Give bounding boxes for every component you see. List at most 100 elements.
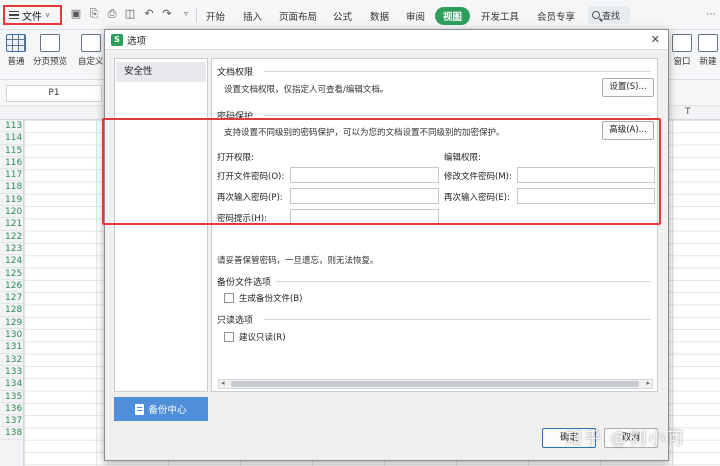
save-icon[interactable]: ▣ bbox=[70, 8, 82, 20]
modify-password-field[interactable] bbox=[517, 167, 655, 183]
row-header[interactable]: 123 bbox=[0, 243, 23, 256]
backup-center-label: 备份中心 bbox=[148, 405, 187, 416]
row-header[interactable]: 135 bbox=[0, 391, 23, 403]
undo-icon[interactable]: ↶ bbox=[143, 8, 155, 20]
chevron-down-icon: ∨ bbox=[45, 11, 51, 19]
advanced-button[interactable]: 高级(A)... bbox=[602, 121, 654, 140]
file-menu-button[interactable]: 文件 ∨ bbox=[3, 5, 62, 25]
row-header[interactable]: 119 bbox=[0, 194, 23, 207]
tab-page-layout[interactable]: 页面布局 bbox=[279, 9, 317, 23]
hamburger-icon bbox=[9, 11, 19, 19]
row-header[interactable]: 114 bbox=[0, 132, 23, 145]
row-header[interactable]: 122 bbox=[0, 231, 23, 243]
more-icon[interactable]: ⋯ bbox=[706, 9, 716, 20]
row-header[interactable]: 117 bbox=[0, 169, 23, 182]
category-list: 安全性 bbox=[114, 58, 208, 392]
category-item-security[interactable]: 安全性 bbox=[116, 62, 206, 82]
generate-backup-checkbox[interactable] bbox=[224, 293, 234, 303]
custom-view-button[interactable]: 自定义 bbox=[78, 34, 104, 67]
new-window-icon bbox=[698, 34, 718, 52]
options-dialog: S 选项 ✕ 安全性 备份中心 文档权限 设置文档权限，仅指定人可查看/编辑文档… bbox=[104, 29, 669, 461]
app-logo-icon: S bbox=[111, 33, 123, 46]
recommend-readonly-option[interactable]: 建议只读(R) bbox=[224, 331, 286, 343]
row-header[interactable]: 124 bbox=[0, 255, 23, 268]
row-header[interactable]: 133 bbox=[0, 366, 23, 379]
grid-icon bbox=[6, 34, 26, 52]
row-header[interactable]: 129 bbox=[0, 317, 23, 330]
backup-options-heading: 备份文件选项 bbox=[217, 278, 272, 288]
menu-bar: 文件 ∨ ▣ ⎘ ⎙ ◫ ↶ ↷ ▿ 开始 插入 页面布局 公式 数据 审阅 视… bbox=[0, 0, 720, 30]
row-header[interactable]: 137 bbox=[0, 415, 23, 428]
column-header-t[interactable]: T bbox=[685, 107, 691, 117]
row-header[interactable]: 118 bbox=[0, 181, 23, 194]
generate-backup-option[interactable]: 生成备份文件(B) bbox=[224, 292, 302, 304]
scrollbar-thumb[interactable] bbox=[231, 381, 639, 387]
search-icon bbox=[592, 11, 600, 19]
row-header[interactable]: 132 bbox=[0, 354, 23, 366]
format-painter-icon[interactable]: ⎘ bbox=[88, 8, 100, 20]
row-header[interactable]: 121 bbox=[0, 218, 23, 231]
row-header[interactable]: 116 bbox=[0, 157, 23, 170]
print-preview-icon[interactable]: ◫ bbox=[124, 8, 136, 20]
password-desc: 支持设置不同级别的密码保护，可以为您的文档设置不同级别的加密保护。 bbox=[224, 128, 505, 138]
new-window-button[interactable]: 新建 bbox=[698, 34, 718, 67]
divider bbox=[264, 115, 651, 116]
print-icon[interactable]: ⎙ bbox=[106, 8, 118, 20]
row-header[interactable]: 134 bbox=[0, 378, 23, 391]
window-icon bbox=[672, 34, 692, 52]
close-icon[interactable]: ✕ bbox=[651, 33, 660, 46]
tab-view[interactable]: 视图 bbox=[435, 7, 471, 25]
row-header[interactable]: 125 bbox=[0, 268, 23, 280]
new-window-label: 新建 bbox=[699, 57, 717, 67]
search-button[interactable]: 查找 bbox=[588, 6, 630, 24]
row-header[interactable]: 120 bbox=[0, 206, 23, 219]
dialog-title-bar[interactable]: S 选项 ✕ bbox=[105, 30, 668, 50]
row-header[interactable]: 113 bbox=[0, 120, 23, 133]
row-header[interactable]: 127 bbox=[0, 292, 23, 305]
quick-access-dropdown-icon[interactable]: ▿ bbox=[180, 8, 192, 20]
backup-icon bbox=[135, 403, 145, 415]
page-break-label: 分页预览 bbox=[33, 57, 68, 67]
row-headers: 113 114 115 116 117 118 119 120 121 122 123 124 125 1… bbox=[0, 120, 24, 466]
normal-view-button[interactable]: 普通 bbox=[6, 34, 26, 67]
row-header[interactable]: 130 bbox=[0, 329, 23, 342]
open-password-field[interactable] bbox=[290, 167, 439, 183]
row-header[interactable]: 136 bbox=[0, 403, 23, 416]
row-header[interactable]: 128 bbox=[0, 304, 23, 317]
set-permission-button[interactable]: 设置(S)... bbox=[602, 78, 654, 97]
recommend-readonly-checkbox[interactable] bbox=[224, 332, 234, 342]
tab-member[interactable]: 会员专享 bbox=[537, 9, 575, 23]
password-heading: 密码保护 bbox=[217, 112, 254, 122]
tab-review[interactable]: 审阅 bbox=[406, 9, 425, 23]
watermark: 知乎 @刘小可 bbox=[565, 429, 687, 449]
row-header[interactable]: 138 bbox=[0, 427, 23, 440]
tab-data[interactable]: 数据 bbox=[370, 9, 389, 23]
tab-developer[interactable]: 开发工具 bbox=[481, 9, 519, 23]
horizontal-scrollbar[interactable]: ◂ ▸ bbox=[218, 379, 653, 389]
row-header[interactable]: 131 bbox=[0, 341, 23, 354]
row-header[interactable]: 115 bbox=[0, 145, 23, 157]
readonly-options-heading: 只读选项 bbox=[217, 316, 254, 326]
divider bbox=[264, 319, 651, 320]
normal-view-label: 普通 bbox=[7, 57, 25, 67]
open-password-label: 打开文件密码(O): bbox=[217, 172, 285, 182]
custom-view-label: 自定义 bbox=[78, 57, 104, 67]
page-break-preview-button[interactable]: 分页预览 bbox=[33, 34, 67, 67]
row-header[interactable]: 126 bbox=[0, 280, 23, 293]
backup-center-button[interactable]: 备份中心 bbox=[114, 397, 208, 421]
reenter-modify-password-field[interactable] bbox=[517, 188, 655, 204]
tab-insert[interactable]: 插入 bbox=[243, 9, 262, 23]
file-menu-label: 文件 bbox=[22, 11, 42, 23]
tab-home[interactable]: 开始 bbox=[206, 9, 225, 23]
reenter-open-password-field[interactable] bbox=[290, 188, 439, 204]
scroll-right-icon[interactable]: ▸ bbox=[646, 379, 650, 387]
page-break-icon bbox=[40, 34, 60, 52]
open-rights-heading: 打开权限: bbox=[217, 153, 254, 163]
password-hint-field[interactable] bbox=[290, 209, 439, 225]
window-button[interactable]: 窗口 bbox=[672, 34, 692, 67]
tab-formulas[interactable]: 公式 bbox=[333, 9, 352, 23]
redo-icon[interactable]: ↷ bbox=[161, 8, 173, 20]
doc-rights-desc: 设置文档权限，仅指定人可查看/编辑文档。 bbox=[224, 85, 389, 95]
name-box[interactable]: P1 bbox=[6, 85, 102, 102]
scroll-left-icon[interactable]: ◂ bbox=[221, 379, 225, 387]
